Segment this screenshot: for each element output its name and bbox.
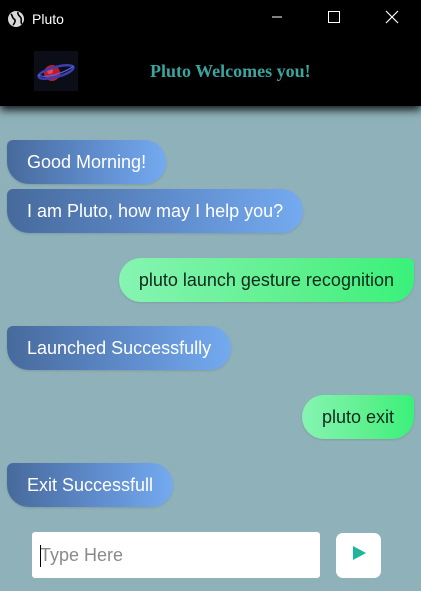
close-button[interactable]	[369, 0, 415, 38]
bot-message: I am Pluto, how may I help you?	[7, 189, 304, 233]
message-input[interactable]	[32, 532, 320, 578]
minimize-icon	[271, 10, 283, 28]
window-title: Pluto	[32, 11, 64, 27]
globe-icon	[7, 10, 25, 28]
user-message: pluto launch gesture recognition	[118, 258, 414, 302]
close-icon	[385, 10, 399, 29]
bot-message: Exit Successfull	[7, 463, 174, 507]
user-message: pluto exit	[301, 395, 414, 439]
title-bar: Pluto	[0, 0, 421, 38]
send-button[interactable]	[336, 533, 381, 578]
maximize-icon	[328, 10, 340, 28]
send-icon	[350, 544, 368, 567]
maximize-button[interactable]	[311, 0, 357, 38]
pluto-window: Pluto Pluto Welcomes you! Good Morning! …	[0, 0, 421, 591]
chat-area: Good Morning! I am Pluto, how may I help…	[0, 106, 421, 591]
minimize-button[interactable]	[254, 0, 300, 38]
header-title: Pluto Welcomes you!	[150, 61, 311, 81]
bot-message: Launched Successfully	[7, 326, 232, 370]
text-caret	[40, 545, 41, 567]
bot-message: Good Morning!	[7, 140, 167, 184]
planet-logo-icon	[34, 51, 78, 91]
app-header: Pluto Welcomes you!	[0, 38, 421, 106]
